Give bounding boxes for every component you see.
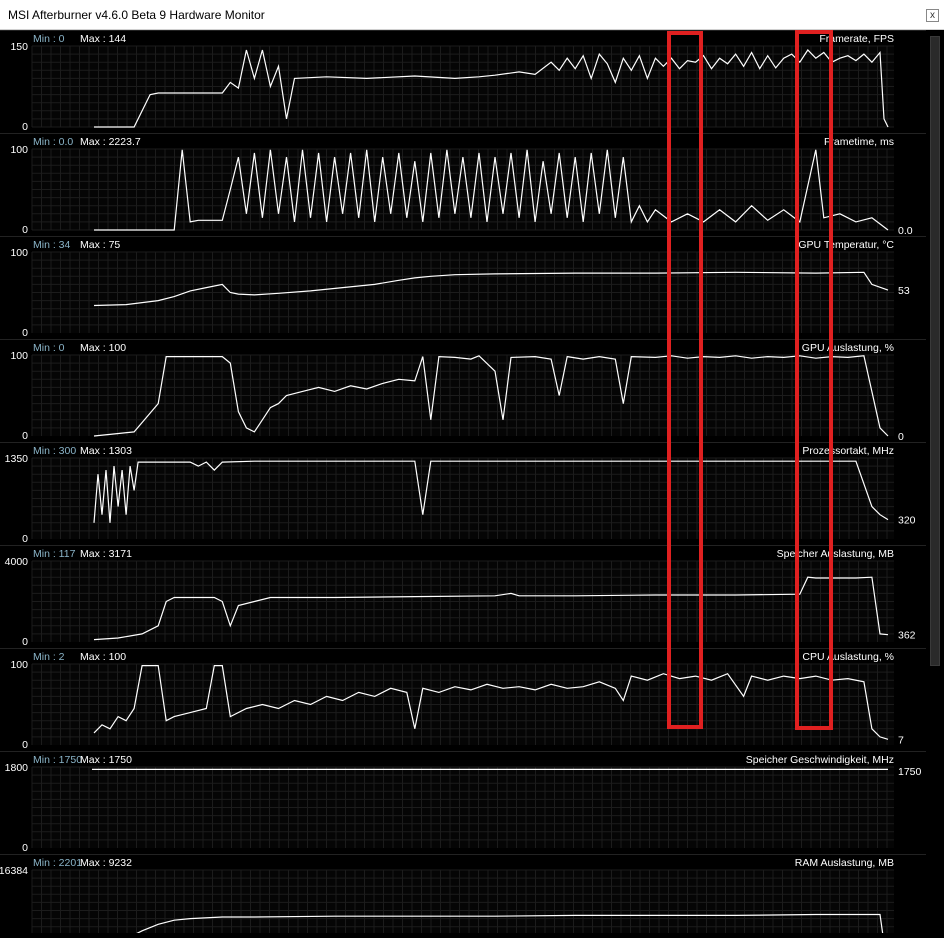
y-axis-max: 16384 — [0, 865, 28, 877]
y-axis-max: 4000 — [5, 556, 29, 568]
min-label: Min : 34 — [33, 239, 71, 251]
min-label: Min : 2 — [33, 651, 65, 663]
y-axis-min: 0 — [22, 739, 28, 751]
y-axis-max: 100 — [10, 247, 28, 259]
max-label: Max : 3171 — [80, 548, 132, 560]
y-axis-min: 0 — [22, 430, 28, 442]
current-value: 0.0 — [898, 225, 913, 237]
max-label: Max : 100 — [80, 342, 126, 354]
scrollbar-thumb[interactable] — [930, 36, 940, 666]
min-label: Min : 117 — [33, 548, 76, 560]
y-axis-max: 100 — [10, 350, 28, 362]
min-label: Min : 1750 — [33, 754, 82, 766]
hardware-monitor-panel: Min : 0 Max : 144 Framerate, FPS 150 0 Min : … — [0, 30, 944, 938]
title-bar: MSI Afterburner v4.6.0 Beta 9 Hardware M… — [0, 0, 944, 30]
current-value: 1750 — [898, 766, 922, 778]
metric-name: Prozessortakt, MHz — [802, 445, 894, 457]
close-button[interactable]: x — [926, 9, 939, 22]
min-label: Min : 0 — [33, 342, 65, 354]
metric-name: Frametime, ms — [824, 136, 894, 148]
y-axis-max: 1350 — [5, 453, 29, 465]
current-value: 0 — [898, 431, 904, 443]
min-label: Min : 300 — [33, 445, 76, 457]
y-axis-min: 0 — [22, 636, 28, 648]
metric-name: GPU Temperatur, °C — [798, 239, 894, 251]
current-value: 7 — [898, 734, 904, 746]
y-axis-min: 0 — [22, 224, 28, 236]
max-label: Max : 100 — [80, 651, 126, 663]
current-value: 320 — [898, 515, 916, 527]
max-label: Max : 75 — [80, 239, 120, 251]
y-axis-max: 1800 — [5, 762, 29, 774]
y-axis-min: 0 — [22, 121, 28, 133]
current-value: 53 — [898, 285, 910, 297]
y-axis-min: 0 — [22, 842, 28, 854]
metric-name: Speicher Geschwindigkeit, MHz — [746, 754, 894, 766]
metric-name: RAM Auslastung, MB — [795, 857, 894, 869]
metric-name: Speicher Auslastung, MB — [777, 548, 894, 560]
max-label: Max : 1303 — [80, 445, 132, 457]
y-axis-min: 0 — [22, 327, 28, 339]
max-label: Max : 144 — [80, 33, 126, 45]
y-axis-max: 150 — [10, 41, 28, 53]
metric-name: GPU Auslastung, % — [802, 342, 894, 354]
min-label: Min : 0.0 — [33, 136, 73, 148]
max-label: Max : 2223.7 — [80, 136, 141, 148]
current-value: 362 — [898, 630, 916, 642]
metric-name: CPU Auslastung, % — [802, 651, 894, 663]
max-label: Max : 9232 — [80, 857, 132, 869]
y-axis-min: 0 — [22, 533, 28, 545]
min-label: Min : 0 — [33, 33, 65, 45]
graphs-canvas: Min : 0 Max : 144 Framerate, FPS1500Min : … — [0, 30, 926, 938]
y-axis-max: 100 — [10, 659, 28, 671]
y-axis-max: 100 — [10, 144, 28, 156]
max-label: Max : 1750 — [80, 754, 132, 766]
min-label: Min : 2201 — [33, 857, 82, 869]
vertical-scrollbar[interactable] — [926, 30, 944, 933]
window-title: MSI Afterburner v4.6.0 Beta 9 Hardware M… — [8, 8, 265, 22]
